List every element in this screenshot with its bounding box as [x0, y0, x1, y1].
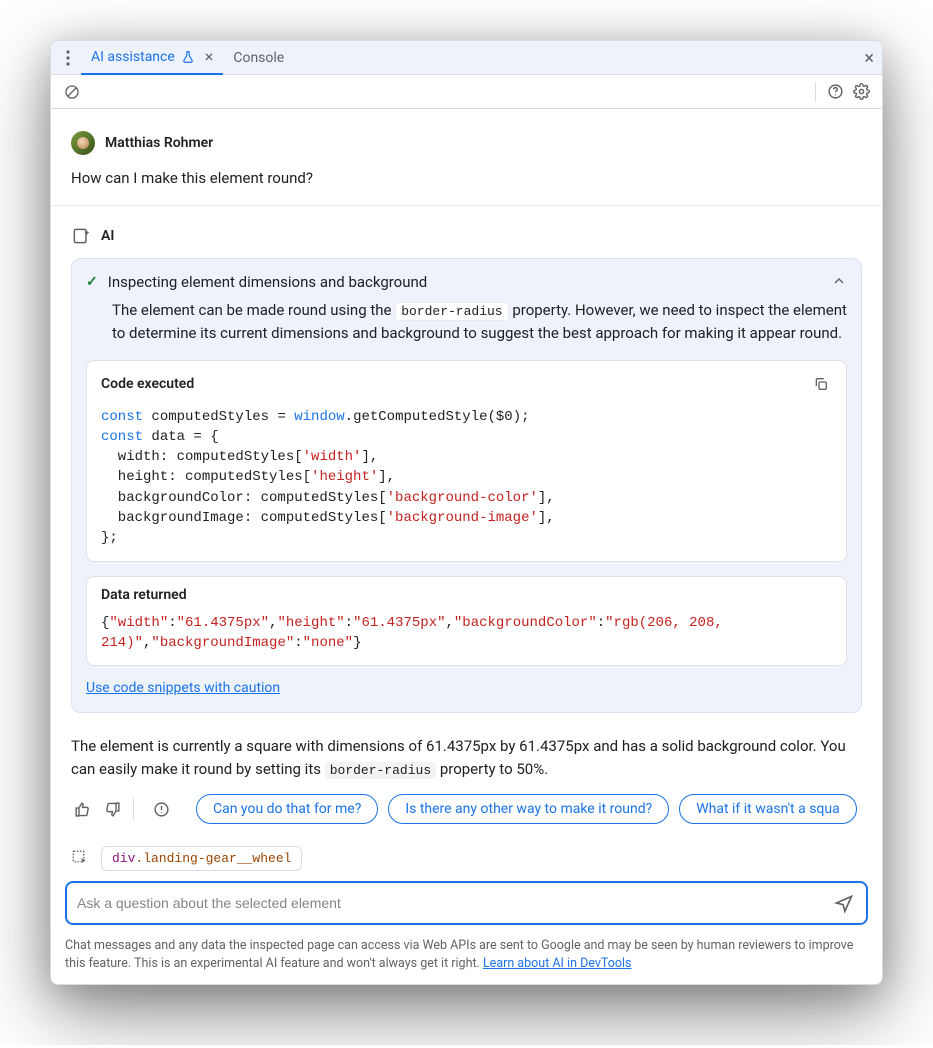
ai-response: AI ✓ Inspecting element dimensions and b… [51, 206, 882, 735]
settings-icon[interactable] [848, 79, 874, 105]
tab-ai-assistance[interactable]: AI assistance × [81, 41, 223, 75]
inline-code: border-radius [395, 302, 508, 321]
copy-icon[interactable] [808, 371, 834, 397]
suggestion-chip[interactable]: What if it wasn't a squa [679, 794, 857, 824]
context-row: div.landing-gear__wheel [51, 838, 882, 881]
tab-console[interactable]: Console [223, 41, 294, 75]
feedback-row: Can you do that for me? Is there any oth… [51, 790, 882, 838]
toolbar [51, 75, 882, 109]
code-executed: const computedStyles = window.getCompute… [87, 403, 846, 561]
suggestion-chip[interactable]: Can you do that for me? [196, 794, 378, 824]
clear-icon[interactable] [59, 79, 85, 105]
element-class: .landing-gear__wheel [135, 851, 291, 866]
ai-sparkle-icon [71, 226, 91, 246]
check-icon: ✓ [86, 274, 98, 290]
ai-followup-text: The element is currently a square with d… [51, 735, 882, 780]
question-input-wrap[interactable] [65, 881, 868, 925]
select-element-icon[interactable] [71, 849, 91, 869]
element-tag: div [112, 851, 135, 866]
devtools-panel: AI assistance × Console × Matthias Rohme… [50, 40, 883, 985]
inline-code: border-radius [325, 762, 436, 779]
learn-more-link[interactable]: Learn about AI in DevTools [483, 956, 632, 971]
input-row [51, 881, 882, 929]
step-card: ✓ Inspecting element dimensions and back… [71, 258, 862, 713]
caution-row: Use code snippets with caution [86, 678, 847, 698]
caution-link[interactable]: Use code snippets with caution [86, 680, 280, 696]
question-input[interactable] [77, 895, 832, 911]
data-returned: {"width":"61.4375px","height":"61.4375px… [87, 609, 846, 666]
close-panel-icon[interactable]: × [864, 41, 874, 75]
tab-bar: AI assistance × Console × [51, 41, 882, 75]
disclaimer: Chat messages and any data the inspected… [51, 929, 882, 984]
step-description: The element can be made round using the … [86, 299, 847, 346]
user-avatar [71, 131, 95, 155]
experiment-icon [181, 50, 195, 64]
more-menu-icon[interactable] [55, 45, 81, 71]
context-element-chip[interactable]: div.landing-gear__wheel [101, 846, 302, 871]
data-returned-card: Data returned {"width":"61.4375px","heig… [86, 576, 847, 667]
tab-label: AI assistance [91, 49, 175, 65]
suggestion-chips: Can you do that for me? Is there any oth… [196, 794, 857, 824]
suggestion-chip[interactable]: Is there any other way to make it round? [388, 794, 669, 824]
close-tab-icon[interactable]: × [205, 47, 214, 66]
thumbs-down-icon[interactable] [101, 798, 123, 820]
user-message: Matthias Rohmer How can I make this elem… [51, 109, 882, 206]
collapse-icon[interactable] [831, 273, 847, 289]
step-title: Inspecting element dimensions and backgr… [108, 273, 428, 291]
send-icon[interactable] [832, 891, 856, 915]
report-icon[interactable] [148, 796, 174, 822]
tab-label: Console [233, 50, 284, 66]
thumbs-up-icon[interactable] [71, 798, 93, 820]
code-executed-card: Code executed const computedStyles = win… [86, 360, 847, 562]
ai-label: AI [101, 228, 114, 244]
data-returned-label: Data returned [101, 587, 187, 603]
user-name: Matthias Rohmer [105, 135, 213, 151]
help-icon[interactable] [822, 79, 848, 105]
user-message-text: How can I make this element round? [71, 169, 862, 187]
code-executed-label: Code executed [101, 376, 194, 392]
